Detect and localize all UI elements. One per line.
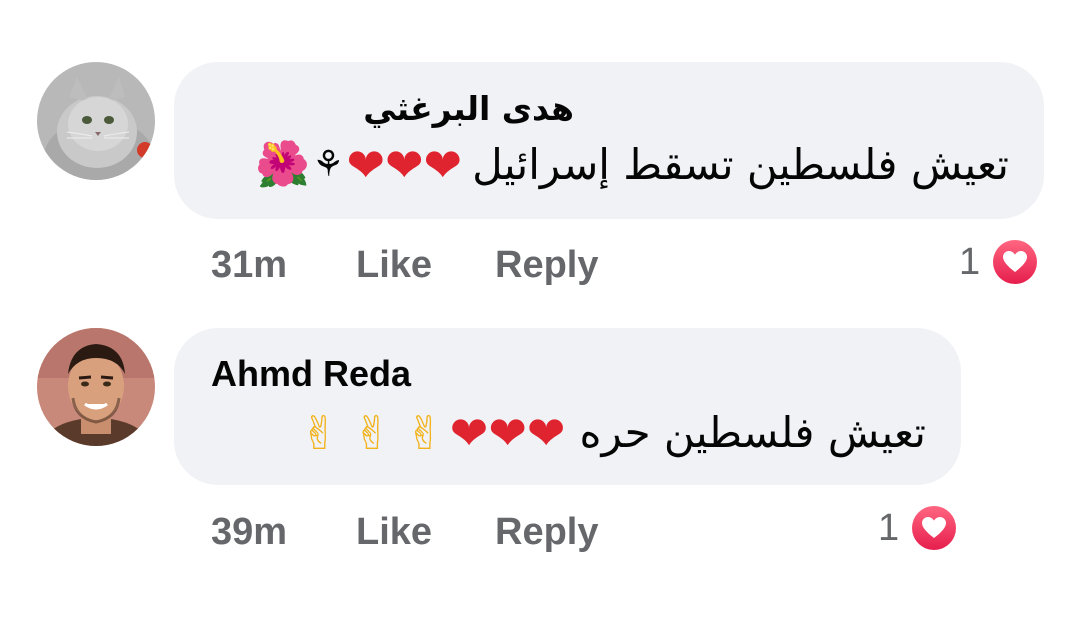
cat-avatar-image: [37, 62, 155, 180]
comment-timestamp[interactable]: 39m: [211, 513, 287, 551]
heart-icon: [922, 517, 947, 538]
red-heart-icon: ❤: [449, 406, 489, 460]
victory-hand-icon: ✌: [405, 406, 444, 460]
red-heart-icon: ❤: [346, 138, 385, 192]
reaction-count: 1: [878, 506, 900, 549]
reaction-summary[interactable]: 1: [878, 503, 960, 553]
avatar[interactable]: [37, 62, 155, 180]
victory-hand-icon: ✌: [352, 406, 392, 460]
flower-icon: ⚘: [312, 144, 345, 185]
like-button[interactable]: Like: [356, 246, 432, 284]
hibiscus-icon: 🌺: [255, 139, 311, 190]
comment-emojis: 🌺 ⚘ ❤ ❤ ❤: [255, 142, 462, 188]
red-heart-icon: ❤: [423, 138, 463, 192]
man-avatar-image: [37, 328, 155, 446]
comment-author[interactable]: Ahmd Reda: [211, 356, 411, 392]
comment-bubble: Ahmd Reda تعيش فلسطين حره ✌ ✌ ✌ ❤ ❤ ❤: [174, 328, 961, 485]
red-heart-icon: ❤: [488, 406, 527, 460]
reply-button[interactable]: Reply: [495, 513, 598, 551]
reaction-count: 1: [959, 240, 981, 283]
comment-text: تعيش فلسطين حره ✌ ✌ ✌ ❤ ❤ ❤: [300, 410, 926, 456]
victory-hand-icon: ✌: [300, 406, 339, 460]
comment-message: تعيش فلسطين تسقط إسرائيل: [472, 140, 1009, 189]
comment-text: تعيش فلسطين تسقط إسرائيل 🌺 ⚘ ❤ ❤ ❤: [255, 142, 1009, 188]
red-heart-icon: ❤: [384, 138, 424, 192]
comment-bubble: هدى البرغثي تعيش فلسطين تسقط إسرائيل 🌺 ⚘…: [174, 62, 1044, 219]
comment-message: تعيش فلسطين حره: [579, 408, 926, 457]
reaction-summary[interactable]: 1: [959, 237, 1041, 287]
comment-author[interactable]: هدى البرغثي: [363, 92, 574, 125]
heart-reaction-badge: [990, 237, 1041, 287]
heart-reaction-badge: [909, 503, 960, 553]
avatar[interactable]: [37, 328, 155, 446]
comment-timestamp[interactable]: 31m: [211, 246, 287, 284]
heart-icon: [1003, 251, 1028, 272]
like-button[interactable]: Like: [356, 513, 432, 551]
comment-emojis: ✌ ✌ ✌ ❤ ❤ ❤: [300, 410, 565, 456]
reply-button[interactable]: Reply: [495, 246, 598, 284]
red-heart-icon: ❤: [526, 406, 566, 460]
